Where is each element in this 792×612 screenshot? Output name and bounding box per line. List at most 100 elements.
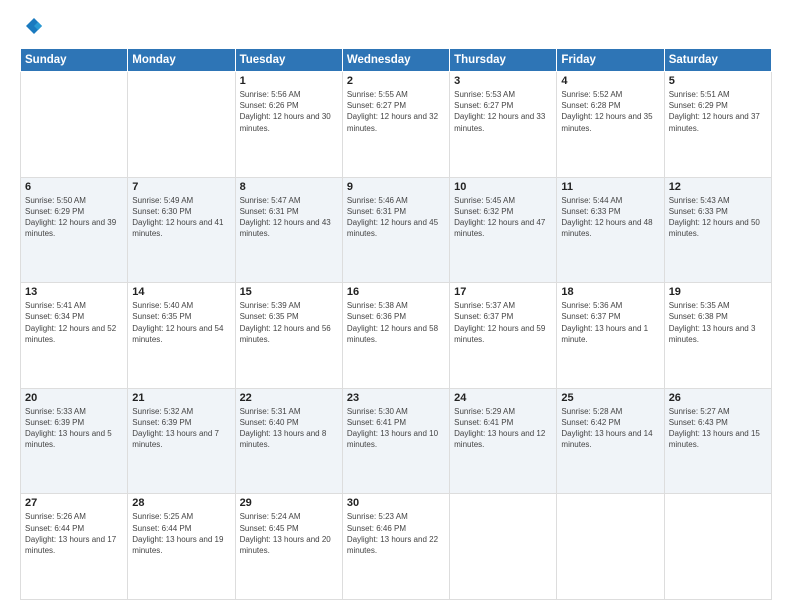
day-info: Sunrise: 5:33 AMSunset: 6:39 PMDaylight:…	[25, 406, 123, 451]
day-info: Sunrise: 5:28 AMSunset: 6:42 PMDaylight:…	[561, 406, 659, 451]
day-number: 7	[132, 181, 230, 193]
calendar-cell: 24 Sunrise: 5:29 AMSunset: 6:41 PMDayligh…	[450, 388, 557, 494]
calendar-cell: 6 Sunrise: 5:50 AMSunset: 6:29 PMDaylight…	[21, 177, 128, 283]
day-info: Sunrise: 5:51 AMSunset: 6:29 PMDaylight:…	[669, 89, 767, 134]
calendar-cell	[128, 72, 235, 178]
day-info: Sunrise: 5:50 AMSunset: 6:29 PMDaylight:…	[25, 195, 123, 240]
day-info: Sunrise: 5:23 AMSunset: 6:46 PMDaylight:…	[347, 511, 445, 556]
day-number: 23	[347, 392, 445, 404]
calendar-cell: 15 Sunrise: 5:39 AMSunset: 6:35 PMDayligh…	[235, 283, 342, 389]
day-number: 1	[240, 75, 338, 87]
day-info: Sunrise: 5:55 AMSunset: 6:27 PMDaylight:…	[347, 89, 445, 134]
calendar-week-row: 13Sunrise: 5:41 AMSunset: 6:34 PMDayligh…	[21, 283, 772, 389]
calendar-cell	[21, 72, 128, 178]
calendar-header-row: SundayMondayTuesdayWednesdayThursdayFrid…	[21, 49, 772, 72]
calendar-cell: 12Sunrise: 5:43 AMSunset: 6:33 PMDayligh…	[664, 177, 771, 283]
day-info: Sunrise: 5:43 AMSunset: 6:33 PMDaylight:…	[669, 195, 767, 240]
calendar-cell: 16 Sunrise: 5:38 AMSunset: 6:36 PMDayligh…	[342, 283, 449, 389]
day-info: Sunrise: 5:53 AMSunset: 6:27 PMDaylight:…	[454, 89, 552, 134]
calendar-week-row: 27 Sunrise: 5:26 AMSunset: 6:44 PMDayligh…	[21, 494, 772, 600]
calendar-cell: 25Sunrise: 5:28 AMSunset: 6:42 PMDayligh…	[557, 388, 664, 494]
calendar-cell: 17 Sunrise: 5:37 AMSunset: 6:37 PMDayligh…	[450, 283, 557, 389]
day-info: Sunrise: 5:36 AMSunset: 6:37 PMDaylight:…	[561, 300, 659, 345]
day-number: 27	[25, 497, 123, 509]
calendar-cell: 1 Sunrise: 5:56 AMSunset: 6:26 PMDaylight…	[235, 72, 342, 178]
calendar-cell: 23 Sunrise: 5:30 AMSunset: 6:41 PMDayligh…	[342, 388, 449, 494]
day-info: Sunrise: 5:52 AMSunset: 6:28 PMDaylight:…	[561, 89, 659, 134]
calendar-week-row: 6 Sunrise: 5:50 AMSunset: 6:29 PMDaylight…	[21, 177, 772, 283]
header	[20, 16, 772, 38]
calendar-cell: 20 Sunrise: 5:33 AMSunset: 6:39 PMDayligh…	[21, 388, 128, 494]
day-info: Sunrise: 5:49 AMSunset: 6:30 PMDaylight:…	[132, 195, 230, 240]
day-number: 5	[669, 75, 767, 87]
day-info: Sunrise: 5:38 AMSunset: 6:36 PMDaylight:…	[347, 300, 445, 345]
weekday-header: Tuesday	[235, 49, 342, 72]
day-number: 30	[347, 497, 445, 509]
logo	[20, 16, 46, 38]
day-number: 20	[25, 392, 123, 404]
day-info: Sunrise: 5:44 AMSunset: 6:33 PMDaylight:…	[561, 195, 659, 240]
day-info: Sunrise: 5:25 AMSunset: 6:44 PMDaylight:…	[132, 511, 230, 556]
logo-icon	[20, 16, 42, 38]
calendar-cell: 11Sunrise: 5:44 AMSunset: 6:33 PMDayligh…	[557, 177, 664, 283]
calendar-cell: 8 Sunrise: 5:47 AMSunset: 6:31 PMDaylight…	[235, 177, 342, 283]
day-info: Sunrise: 5:39 AMSunset: 6:35 PMDaylight:…	[240, 300, 338, 345]
day-number: 28	[132, 497, 230, 509]
day-number: 24	[454, 392, 552, 404]
day-number: 21	[132, 392, 230, 404]
day-info: Sunrise: 5:26 AMSunset: 6:44 PMDaylight:…	[25, 511, 123, 556]
weekday-header: Wednesday	[342, 49, 449, 72]
day-number: 6	[25, 181, 123, 193]
day-number: 2	[347, 75, 445, 87]
calendar-week-row: 1 Sunrise: 5:56 AMSunset: 6:26 PMDaylight…	[21, 72, 772, 178]
calendar-cell: 18 Sunrise: 5:36 AMSunset: 6:37 PMDayligh…	[557, 283, 664, 389]
day-number: 18	[561, 286, 659, 298]
calendar-cell: 9 Sunrise: 5:46 AMSunset: 6:31 PMDaylight…	[342, 177, 449, 283]
day-number: 26	[669, 392, 767, 404]
calendar-cell: 13Sunrise: 5:41 AMSunset: 6:34 PMDayligh…	[21, 283, 128, 389]
calendar-cell: 4Sunrise: 5:52 AMSunset: 6:28 PMDaylight…	[557, 72, 664, 178]
calendar-cell: 10Sunrise: 5:45 AMSunset: 6:32 PMDayligh…	[450, 177, 557, 283]
calendar: SundayMondayTuesdayWednesdayThursdayFrid…	[20, 48, 772, 600]
calendar-cell: 2 Sunrise: 5:55 AMSunset: 6:27 PMDaylight…	[342, 72, 449, 178]
calendar-cell: 29Sunrise: 5:24 AMSunset: 6:45 PMDayligh…	[235, 494, 342, 600]
weekday-header: Saturday	[664, 49, 771, 72]
calendar-cell: 19 Sunrise: 5:35 AMSunset: 6:38 PMDayligh…	[664, 283, 771, 389]
day-info: Sunrise: 5:29 AMSunset: 6:41 PMDaylight:…	[454, 406, 552, 451]
calendar-cell: 22 Sunrise: 5:31 AMSunset: 6:40 PMDayligh…	[235, 388, 342, 494]
day-info: Sunrise: 5:27 AMSunset: 6:43 PMDaylight:…	[669, 406, 767, 451]
day-number: 19	[669, 286, 767, 298]
day-info: Sunrise: 5:56 AMSunset: 6:26 PMDaylight:…	[240, 89, 338, 134]
day-info: Sunrise: 5:24 AMSunset: 6:45 PMDaylight:…	[240, 511, 338, 556]
weekday-header: Monday	[128, 49, 235, 72]
calendar-cell: 21 Sunrise: 5:32 AMSunset: 6:39 PMDayligh…	[128, 388, 235, 494]
day-number: 15	[240, 286, 338, 298]
day-number: 13	[25, 286, 123, 298]
day-info: Sunrise: 5:31 AMSunset: 6:40 PMDaylight:…	[240, 406, 338, 451]
day-number: 17	[454, 286, 552, 298]
weekday-header: Thursday	[450, 49, 557, 72]
day-info: Sunrise: 5:47 AMSunset: 6:31 PMDaylight:…	[240, 195, 338, 240]
day-number: 16	[347, 286, 445, 298]
calendar-cell: 5 Sunrise: 5:51 AMSunset: 6:29 PMDaylight…	[664, 72, 771, 178]
day-number: 14	[132, 286, 230, 298]
day-info: Sunrise: 5:46 AMSunset: 6:31 PMDaylight:…	[347, 195, 445, 240]
calendar-cell	[557, 494, 664, 600]
day-number: 8	[240, 181, 338, 193]
day-info: Sunrise: 5:35 AMSunset: 6:38 PMDaylight:…	[669, 300, 767, 345]
day-info: Sunrise: 5:32 AMSunset: 6:39 PMDaylight:…	[132, 406, 230, 451]
calendar-cell: 26 Sunrise: 5:27 AMSunset: 6:43 PMDayligh…	[664, 388, 771, 494]
day-number: 9	[347, 181, 445, 193]
weekday-header: Friday	[557, 49, 664, 72]
day-number: 22	[240, 392, 338, 404]
day-info: Sunrise: 5:40 AMSunset: 6:35 PMDaylight:…	[132, 300, 230, 345]
calendar-cell	[450, 494, 557, 600]
calendar-cell: 27 Sunrise: 5:26 AMSunset: 6:44 PMDayligh…	[21, 494, 128, 600]
day-number: 3	[454, 75, 552, 87]
day-info: Sunrise: 5:45 AMSunset: 6:32 PMDaylight:…	[454, 195, 552, 240]
calendar-week-row: 20 Sunrise: 5:33 AMSunset: 6:39 PMDayligh…	[21, 388, 772, 494]
day-info: Sunrise: 5:30 AMSunset: 6:41 PMDaylight:…	[347, 406, 445, 451]
calendar-cell: 3 Sunrise: 5:53 AMSunset: 6:27 PMDaylight…	[450, 72, 557, 178]
day-info: Sunrise: 5:37 AMSunset: 6:37 PMDaylight:…	[454, 300, 552, 345]
calendar-cell: 7 Sunrise: 5:49 AMSunset: 6:30 PMDaylight…	[128, 177, 235, 283]
